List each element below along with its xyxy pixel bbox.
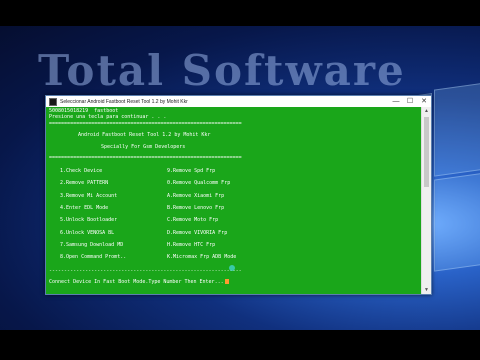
prompt-text: Connect Device In Fast Boot Mode.Type Nu… [49, 279, 224, 285]
window-titlebar[interactable]: Seleccionar Android Fastboot Reset Tool … [46, 96, 431, 107]
menu-item: 4.Enter EDL Mode [60, 205, 109, 211]
menu-item: 2.Remove PATTERN [60, 180, 109, 186]
scroll-down-icon[interactable]: ▼ [422, 286, 431, 294]
scroll-up-icon[interactable]: ▲ [422, 107, 431, 115]
menu-item: C.Remove Moto Frp [167, 217, 219, 223]
menu-item: 1.Check Device [60, 168, 103, 174]
divider-middle: ========================================… [49, 155, 242, 161]
menu-item: A.Remove Xiaomi Frp [167, 193, 225, 199]
command-prompt[interactable]: Connect Device In Fast Boot Mode.Type Nu… [49, 279, 229, 285]
menu-item: B.Remove Lenovo Frp [167, 205, 225, 211]
window-title: Seleccionar Android Fastboot Reset Tool … [60, 98, 188, 105]
minimize-button[interactable]: — [389, 96, 403, 107]
menu-item: 5.Unlock Bootloader [60, 217, 118, 223]
text-cursor [224, 279, 229, 284]
maximize-button[interactable]: ☐ [403, 96, 417, 107]
tool-title: Android Fastboot Reset Tool 1.2 by Mohit… [78, 132, 211, 138]
mouse-pointer-icon [229, 265, 235, 271]
menu-item: D.Remove VIVORIA Frp [167, 230, 228, 236]
menu-item: 8.Open Command Promt.. [60, 254, 127, 260]
menu-item: 6.Unlock VENOSA BL [60, 230, 115, 236]
console-window[interactable]: Seleccionar Android Fastboot Reset Tool … [45, 95, 432, 295]
divider-top: ========================================… [49, 121, 242, 127]
press-key-line: Presione una tecla para continuar . . . [49, 114, 167, 120]
menu-item: 3.Remove Mi Account [60, 193, 118, 199]
divider-bottom: ----------------------------------------… [49, 268, 242, 274]
menu-item: H.Remove HTC Frp [167, 242, 216, 248]
vertical-scrollbar[interactable]: ▲ ▼ [421, 107, 431, 294]
menu-item: 9.Remove Spd Frp [167, 168, 216, 174]
close-button[interactable]: ✕ [417, 96, 431, 107]
menu-item: 0.Remove Qualcomm Frp [167, 180, 231, 186]
menu-item: 7.Samsung Download MD [60, 242, 124, 248]
menu-item: K.Micromax Frp ADB Mode [167, 254, 237, 260]
scroll-thumb[interactable] [424, 117, 429, 187]
console-app-icon [49, 97, 57, 106]
wallpaper-title: Total Software [38, 46, 406, 95]
tool-subtitle: Specially For Gsm Developers [101, 144, 186, 150]
